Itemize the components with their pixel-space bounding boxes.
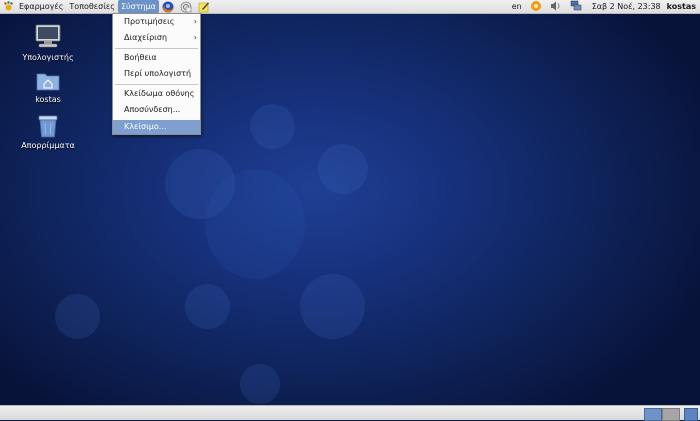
applications-menu[interactable]: Εφαρμογές (16, 0, 66, 13)
menu-separator (115, 48, 198, 49)
desktop-icon-trash[interactable]: Απορρίμματα (18, 114, 78, 150)
menu-item-label: Διαχείριση (124, 33, 168, 42)
system-dropdown-menu: Προτιμήσεις › Διαχείριση › Βοήθεια Περί … (112, 13, 201, 135)
trash-applet-icon[interactable] (684, 408, 698, 421)
menu-item-logout[interactable]: Αποσύνδεση... (113, 103, 200, 117)
desktop-icon-label: Υπολογιστής (22, 53, 74, 62)
bokeh-light (318, 144, 368, 194)
menu-separator (115, 84, 198, 85)
gnome-foot-icon[interactable] (3, 1, 14, 12)
bokeh-light (240, 364, 280, 404)
bokeh-light (55, 294, 100, 339)
menu-item-label: Βοήθεια (124, 53, 157, 62)
notes-icon[interactable] (198, 1, 210, 13)
submenu-arrow-icon: › (193, 17, 197, 26)
menu-item-administration[interactable]: Διαχείριση › (113, 31, 200, 45)
firefox-icon[interactable] (162, 1, 174, 13)
trash-icon (38, 115, 58, 138)
updates-icon[interactable] (530, 0, 542, 14)
menu-item-shutdown[interactable]: Κλείσιμο... (113, 120, 200, 134)
computer-icon (35, 24, 61, 48)
menu-item-label: Αποσύνδεση... (124, 105, 181, 114)
system-menu[interactable]: Σύστημα (117, 0, 159, 13)
system-tray: en Σαβ 2 Νοέ, 23:38 kostas (508, 0, 700, 14)
network-icon[interactable] (570, 0, 582, 14)
bokeh-light (300, 274, 365, 339)
menu-item-lock-screen[interactable]: Κλείδωμα οθόνης (113, 87, 200, 101)
evolution-icon[interactable] (180, 1, 192, 13)
menu-item-help[interactable]: Βοήθεια (113, 51, 200, 65)
desktop-background (0, 14, 700, 405)
clock[interactable]: Σαβ 2 Νοέ, 23:38 (592, 2, 661, 11)
bokeh-light (185, 284, 230, 329)
user-menu[interactable]: kostas (667, 2, 696, 11)
workspace-switcher-2[interactable] (662, 408, 680, 421)
menu-item-label: Περί υπολογιστή (124, 69, 192, 78)
places-menu[interactable]: Τοποθεσίες (66, 0, 118, 13)
desktop-icon-computer[interactable]: Υπολογιστής (18, 24, 78, 62)
menu-item-label: Προτιμήσεις (124, 17, 175, 26)
bokeh-light (205, 169, 305, 279)
menu-item-about[interactable]: Περί υπολογιστή (113, 67, 200, 81)
bokeh-light (250, 104, 295, 149)
desktop-icon-label: kostas (35, 95, 61, 104)
menu-item-preferences[interactable]: Προτιμήσεις › (113, 15, 200, 29)
home-folder-icon (36, 73, 60, 91)
keyboard-layout-indicator[interactable]: en (512, 2, 522, 11)
bottom-panel (0, 405, 700, 421)
desktop-icon-label: Απορρίμματα (21, 141, 75, 150)
volume-icon[interactable] (550, 0, 562, 14)
workspace-switcher-1[interactable] (644, 408, 662, 421)
top-panel: Εφαρμογές Τοποθεσίες Σύστημα en Σαβ 2 Νο… (0, 0, 700, 14)
desktop-icon-home[interactable]: kostas (18, 70, 78, 104)
menu-item-label: Κλείδωμα οθόνης (124, 89, 195, 98)
menu-item-label: Κλείσιμο... (124, 122, 167, 131)
submenu-arrow-icon: › (193, 33, 197, 42)
